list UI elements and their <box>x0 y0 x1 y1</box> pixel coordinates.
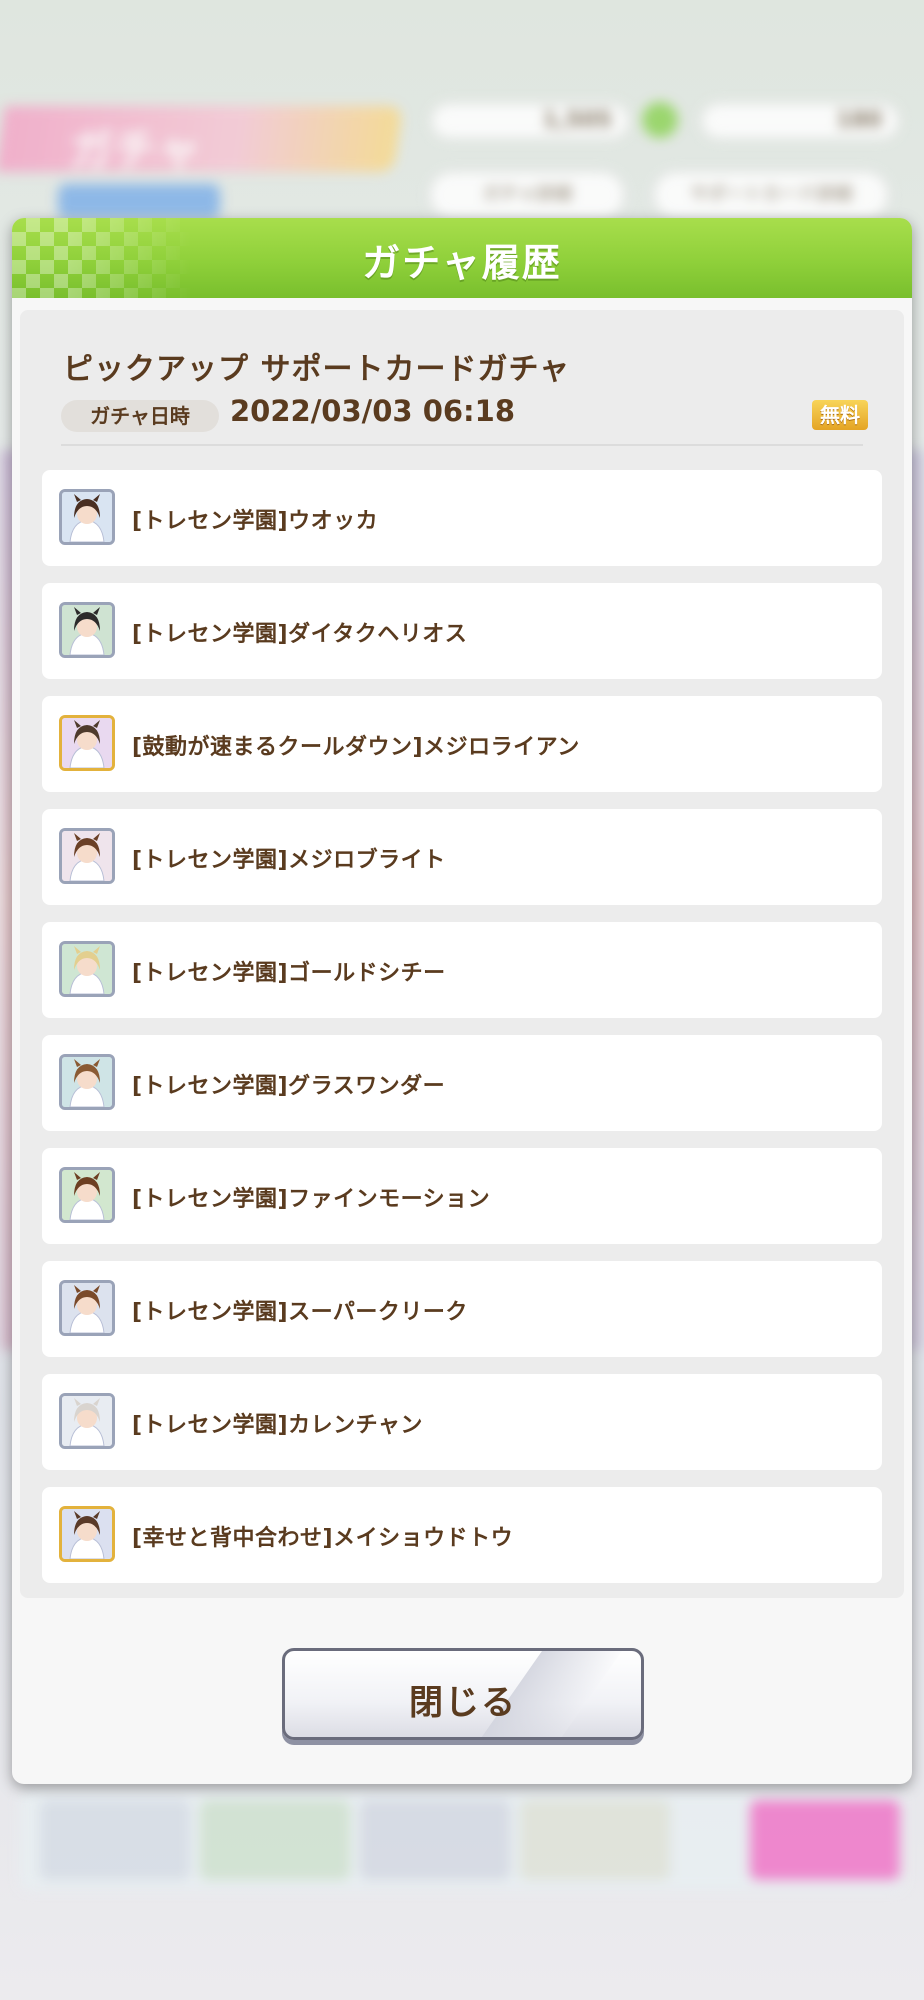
gacha-detail-tab: ガチャ詳細 <box>428 170 626 220</box>
support-card-icon <box>59 1167 115 1223</box>
dialog-title: ガチャ履歴 <box>362 241 562 285</box>
date-label: ガチャ日時 <box>61 400 219 432</box>
result-row[interactable]: [トレセン学園]カレンチャン <box>42 1374 882 1470</box>
result-row[interactable]: [トレセン学園]ファインモーション <box>42 1148 882 1244</box>
history-panel: ピックアップ サポートカードガチャ ガチャ日時 2022/03/03 06:18… <box>20 310 904 1598</box>
support-card-detail-tab: サポートカード詳細 <box>652 170 890 220</box>
result-card-name: [トレセン学園]ゴールドシチー <box>132 961 446 986</box>
currency-value-2: 180 <box>836 108 882 133</box>
character-portrait-icon <box>62 1396 112 1446</box>
result-row[interactable]: [鼓動が速まるクールダウン]メジロライアン <box>42 696 882 792</box>
close-button[interactable]: 閉じる <box>282 1648 644 1740</box>
result-card-name: [トレセン学園]スーパークリーク <box>132 1300 468 1325</box>
currency-value-1: 1,505 <box>542 108 612 133</box>
support-card-icon <box>59 1280 115 1336</box>
bottom-menu-tile <box>750 1800 900 1880</box>
divider <box>61 444 863 446</box>
gacha-history-dialog: ガチャ履歴 ピックアップ サポートカードガチャ ガチャ日時 2022/03/03… <box>12 218 912 1784</box>
support-card-icon <box>59 1506 115 1562</box>
add-currency-icon <box>642 102 678 138</box>
support-card-icon <box>59 602 115 658</box>
result-row[interactable]: [トレセン学園]スーパークリーク <box>42 1261 882 1357</box>
currency-display-2: 180 <box>700 102 900 140</box>
support-card-icon <box>59 828 115 884</box>
support-card-detail-tab-label: サポートカード詳細 <box>690 184 852 205</box>
support-card-icon <box>59 941 115 997</box>
result-card-name: [鼓動が速まるクールダウン]メジロライアン <box>132 735 580 760</box>
result-row[interactable]: [トレセン学園]メジロブライト <box>42 809 882 905</box>
bottom-menu-tile <box>40 1800 190 1880</box>
result-row[interactable]: [幸せと背中合わせ]メイショウドトウ <box>42 1487 882 1583</box>
result-card-name: [トレセン学園]グラスワンダー <box>132 1074 446 1099</box>
character-portrait-icon <box>62 1170 112 1220</box>
support-card-icon <box>59 1393 115 1449</box>
date-value: 2022/03/03 06:18 <box>230 394 516 428</box>
result-list: [トレセン学園]ウオッカ [トレセン学園]ダイタクヘリオス [鼓動が速まるクールダウ… <box>42 470 882 1600</box>
character-portrait-icon <box>62 1509 112 1559</box>
character-portrait-icon <box>62 605 112 655</box>
character-portrait-icon <box>62 1057 112 1107</box>
result-row[interactable]: [トレセン学園]ゴールドシチー <box>42 922 882 1018</box>
gacha-detail-tab-label: ガチャ詳細 <box>482 184 572 205</box>
bottom-menu-tile <box>360 1800 510 1880</box>
character-portrait-icon <box>62 1283 112 1333</box>
bottom-menu-tile <box>200 1800 350 1880</box>
currency-display-1: 1,505 <box>430 102 630 140</box>
result-card-name: [トレセン学園]メジロブライト <box>132 848 446 873</box>
character-portrait-icon <box>62 831 112 881</box>
character-portrait-icon <box>62 944 112 994</box>
result-row[interactable]: [トレセン学園]ウオッカ <box>42 470 882 566</box>
result-card-name: [トレセン学園]カレンチャン <box>132 1413 423 1438</box>
support-card-icon <box>59 1054 115 1110</box>
screen-title-banner: ガチャ <box>0 106 403 176</box>
result-card-name: [トレセン学園]ダイタクヘリオス <box>132 622 468 647</box>
screen-title: ガチャ <box>69 125 201 176</box>
free-badge: 無料 <box>812 400 868 430</box>
dialog-header: ガチャ履歴 <box>12 218 912 298</box>
gacha-name: ピックアップ サポートカードガチャ <box>63 352 571 387</box>
support-card-icon <box>59 715 115 771</box>
sub-tag <box>58 184 220 218</box>
result-row[interactable]: [トレセン学園]グラスワンダー <box>42 1035 882 1131</box>
result-card-name: [幸せと背中合わせ]メイショウドトウ <box>132 1526 514 1551</box>
character-portrait-icon <box>62 492 112 542</box>
result-row[interactable]: [トレセン学園]ダイタクヘリオス <box>42 583 882 679</box>
bottom-menu <box>20 1790 904 1890</box>
result-card-name: [トレセン学園]ファインモーション <box>132 1187 491 1212</box>
result-card-name: [トレセン学園]ウオッカ <box>132 509 379 534</box>
bottom-menu-tile <box>520 1800 670 1880</box>
close-button-label: 閉じる <box>409 1683 517 1723</box>
support-card-icon <box>59 489 115 545</box>
character-portrait-icon <box>62 718 112 768</box>
